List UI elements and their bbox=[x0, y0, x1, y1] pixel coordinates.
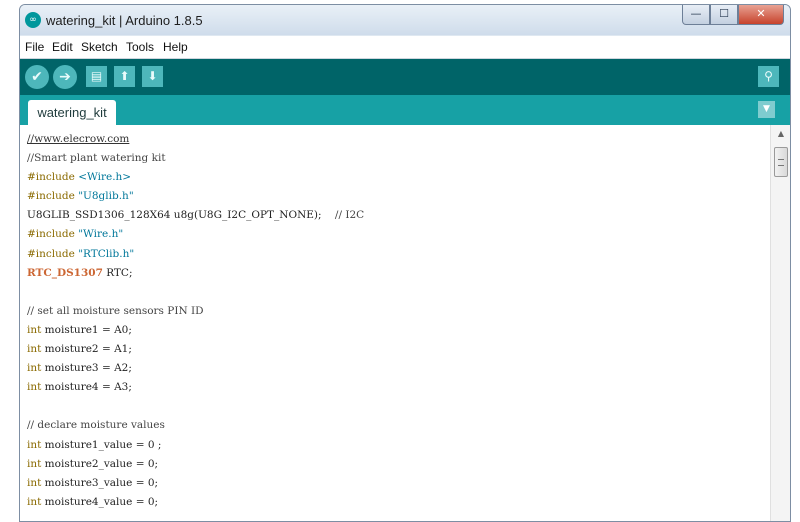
code-line: #include "Wire.h" bbox=[27, 225, 364, 244]
comment: // I2C bbox=[321, 209, 365, 222]
window-controls: — ☐ ✕ bbox=[682, 5, 784, 25]
keyword: int bbox=[27, 343, 42, 356]
code: moisture1 = A0; bbox=[41, 323, 132, 336]
save-sketch-button[interactable]: ⬇ bbox=[142, 66, 163, 87]
keyword: int bbox=[27, 438, 42, 451]
code-line: int moisture3_value = 0; bbox=[27, 474, 364, 493]
keyword: int bbox=[27, 495, 42, 508]
menu-bar: File Edit Sketch Tools Help bbox=[20, 36, 790, 59]
open-sketch-button[interactable]: ⬆ bbox=[114, 66, 135, 87]
code-line: //Smart plant watering kit bbox=[27, 149, 364, 168]
keyword: #include bbox=[27, 190, 79, 203]
code: moisture4 = A3; bbox=[41, 381, 132, 394]
maximize-button[interactable]: ☐ bbox=[710, 5, 738, 25]
title-bar[interactable]: ∞ watering_kit | Arduino 1.8.5 — ☐ ✕ bbox=[20, 5, 790, 35]
keyword: int bbox=[27, 457, 42, 470]
code: U8GLIB_SSD1306_128X64 u8g(U8G_I2C_OPT_NO… bbox=[27, 209, 322, 222]
code: RTC; bbox=[102, 266, 133, 279]
scroll-up-arrow-icon[interactable]: ▲ bbox=[771, 127, 790, 141]
menu-sketch[interactable]: Sketch bbox=[81, 40, 118, 54]
scroll-thumb[interactable] bbox=[774, 147, 788, 177]
serial-monitor-button[interactable]: ⚲ bbox=[758, 66, 779, 87]
comment: //Smart plant watering kit bbox=[27, 152, 166, 165]
arduino-logo-icon: ∞ bbox=[25, 12, 41, 28]
tab-watering-kit[interactable]: watering_kit bbox=[28, 100, 116, 125]
code-line: // declare moisture values bbox=[27, 416, 364, 435]
keyword: int bbox=[27, 381, 42, 394]
keyword: int bbox=[27, 362, 42, 375]
keyword: #include bbox=[27, 228, 79, 241]
new-sketch-button[interactable]: ▤ bbox=[86, 66, 107, 87]
type-name: RTC_DS1307 bbox=[27, 266, 103, 279]
toolbar: ✔ ➔ ▤ ⬆ ⬇ ⚲ bbox=[20, 59, 790, 95]
code-line: #include "RTClib.h" bbox=[27, 245, 364, 264]
keyword: int bbox=[27, 323, 42, 336]
keyword: #include bbox=[27, 171, 79, 184]
minimize-button[interactable]: — bbox=[682, 5, 710, 25]
string: <Wire.h> bbox=[78, 171, 132, 184]
string: "Wire.h" bbox=[78, 228, 124, 241]
code-line: int moisture4 = A3; bbox=[27, 378, 364, 397]
menu-file[interactable]: File bbox=[25, 40, 44, 54]
string: "U8glib.h" bbox=[78, 190, 134, 203]
code: moisture2 = A1; bbox=[41, 343, 132, 356]
code: moisture4_value = 0; bbox=[41, 495, 159, 508]
tab-bar: watering_kit ▼ bbox=[20, 95, 790, 125]
code: moisture2_value = 0; bbox=[41, 457, 159, 470]
comment-link[interactable]: //www.elecrow.com bbox=[27, 133, 129, 145]
code-line: int moisture4_value = 0; bbox=[27, 493, 364, 512]
menu-edit[interactable]: Edit bbox=[52, 40, 73, 54]
string: "RTClib.h" bbox=[78, 247, 135, 260]
window-title: watering_kit | Arduino 1.8.5 bbox=[46, 13, 203, 28]
code-line: int moisture1_value = 0 ; bbox=[27, 436, 364, 455]
menu-help[interactable]: Help bbox=[163, 40, 188, 54]
tab-menu-dropdown-icon[interactable]: ▼ bbox=[758, 101, 775, 118]
code-line: #include <Wire.h> bbox=[27, 168, 364, 187]
code: moisture1_value = 0 ; bbox=[41, 438, 162, 451]
code: moisture3_value = 0; bbox=[41, 476, 159, 489]
code-line: int moisture1 = A0; bbox=[27, 321, 364, 340]
code-line: int moisture3 = A2; bbox=[27, 359, 364, 378]
code: moisture3 = A2; bbox=[41, 362, 132, 375]
code-line: //www.elecrow.com bbox=[27, 130, 364, 149]
code-line: U8GLIB_SSD1306_128X64 u8g(U8G_I2C_OPT_NO… bbox=[27, 206, 364, 225]
code-line: RTC_DS1307 RTC; bbox=[27, 264, 364, 283]
code-editor[interactable]: //www.elecrow.com //Smart plant watering… bbox=[20, 125, 770, 521]
code-line: // set all moisture sensors PIN ID bbox=[27, 302, 364, 321]
code-line: #include "U8glib.h" bbox=[27, 187, 364, 206]
code-text: //www.elecrow.com //Smart plant watering… bbox=[27, 130, 364, 512]
menu-tools[interactable]: Tools bbox=[126, 40, 154, 54]
verify-button[interactable]: ✔ bbox=[25, 65, 49, 89]
vertical-scrollbar[interactable]: ▲ bbox=[770, 125, 790, 521]
close-button[interactable]: ✕ bbox=[738, 5, 784, 25]
thumb-grip-icon bbox=[778, 159, 784, 166]
ide-window: ∞ watering_kit | Arduino 1.8.5 — ☐ ✕ Fil… bbox=[19, 4, 791, 522]
code-line: int moisture2 = A1; bbox=[27, 340, 364, 359]
upload-button[interactable]: ➔ bbox=[53, 65, 77, 89]
comment: // set all moisture sensors PIN ID bbox=[27, 304, 204, 317]
keyword: int bbox=[27, 476, 42, 489]
comment: // declare moisture values bbox=[27, 419, 165, 432]
code-line: int moisture2_value = 0; bbox=[27, 455, 364, 474]
keyword: #include bbox=[27, 247, 79, 260]
